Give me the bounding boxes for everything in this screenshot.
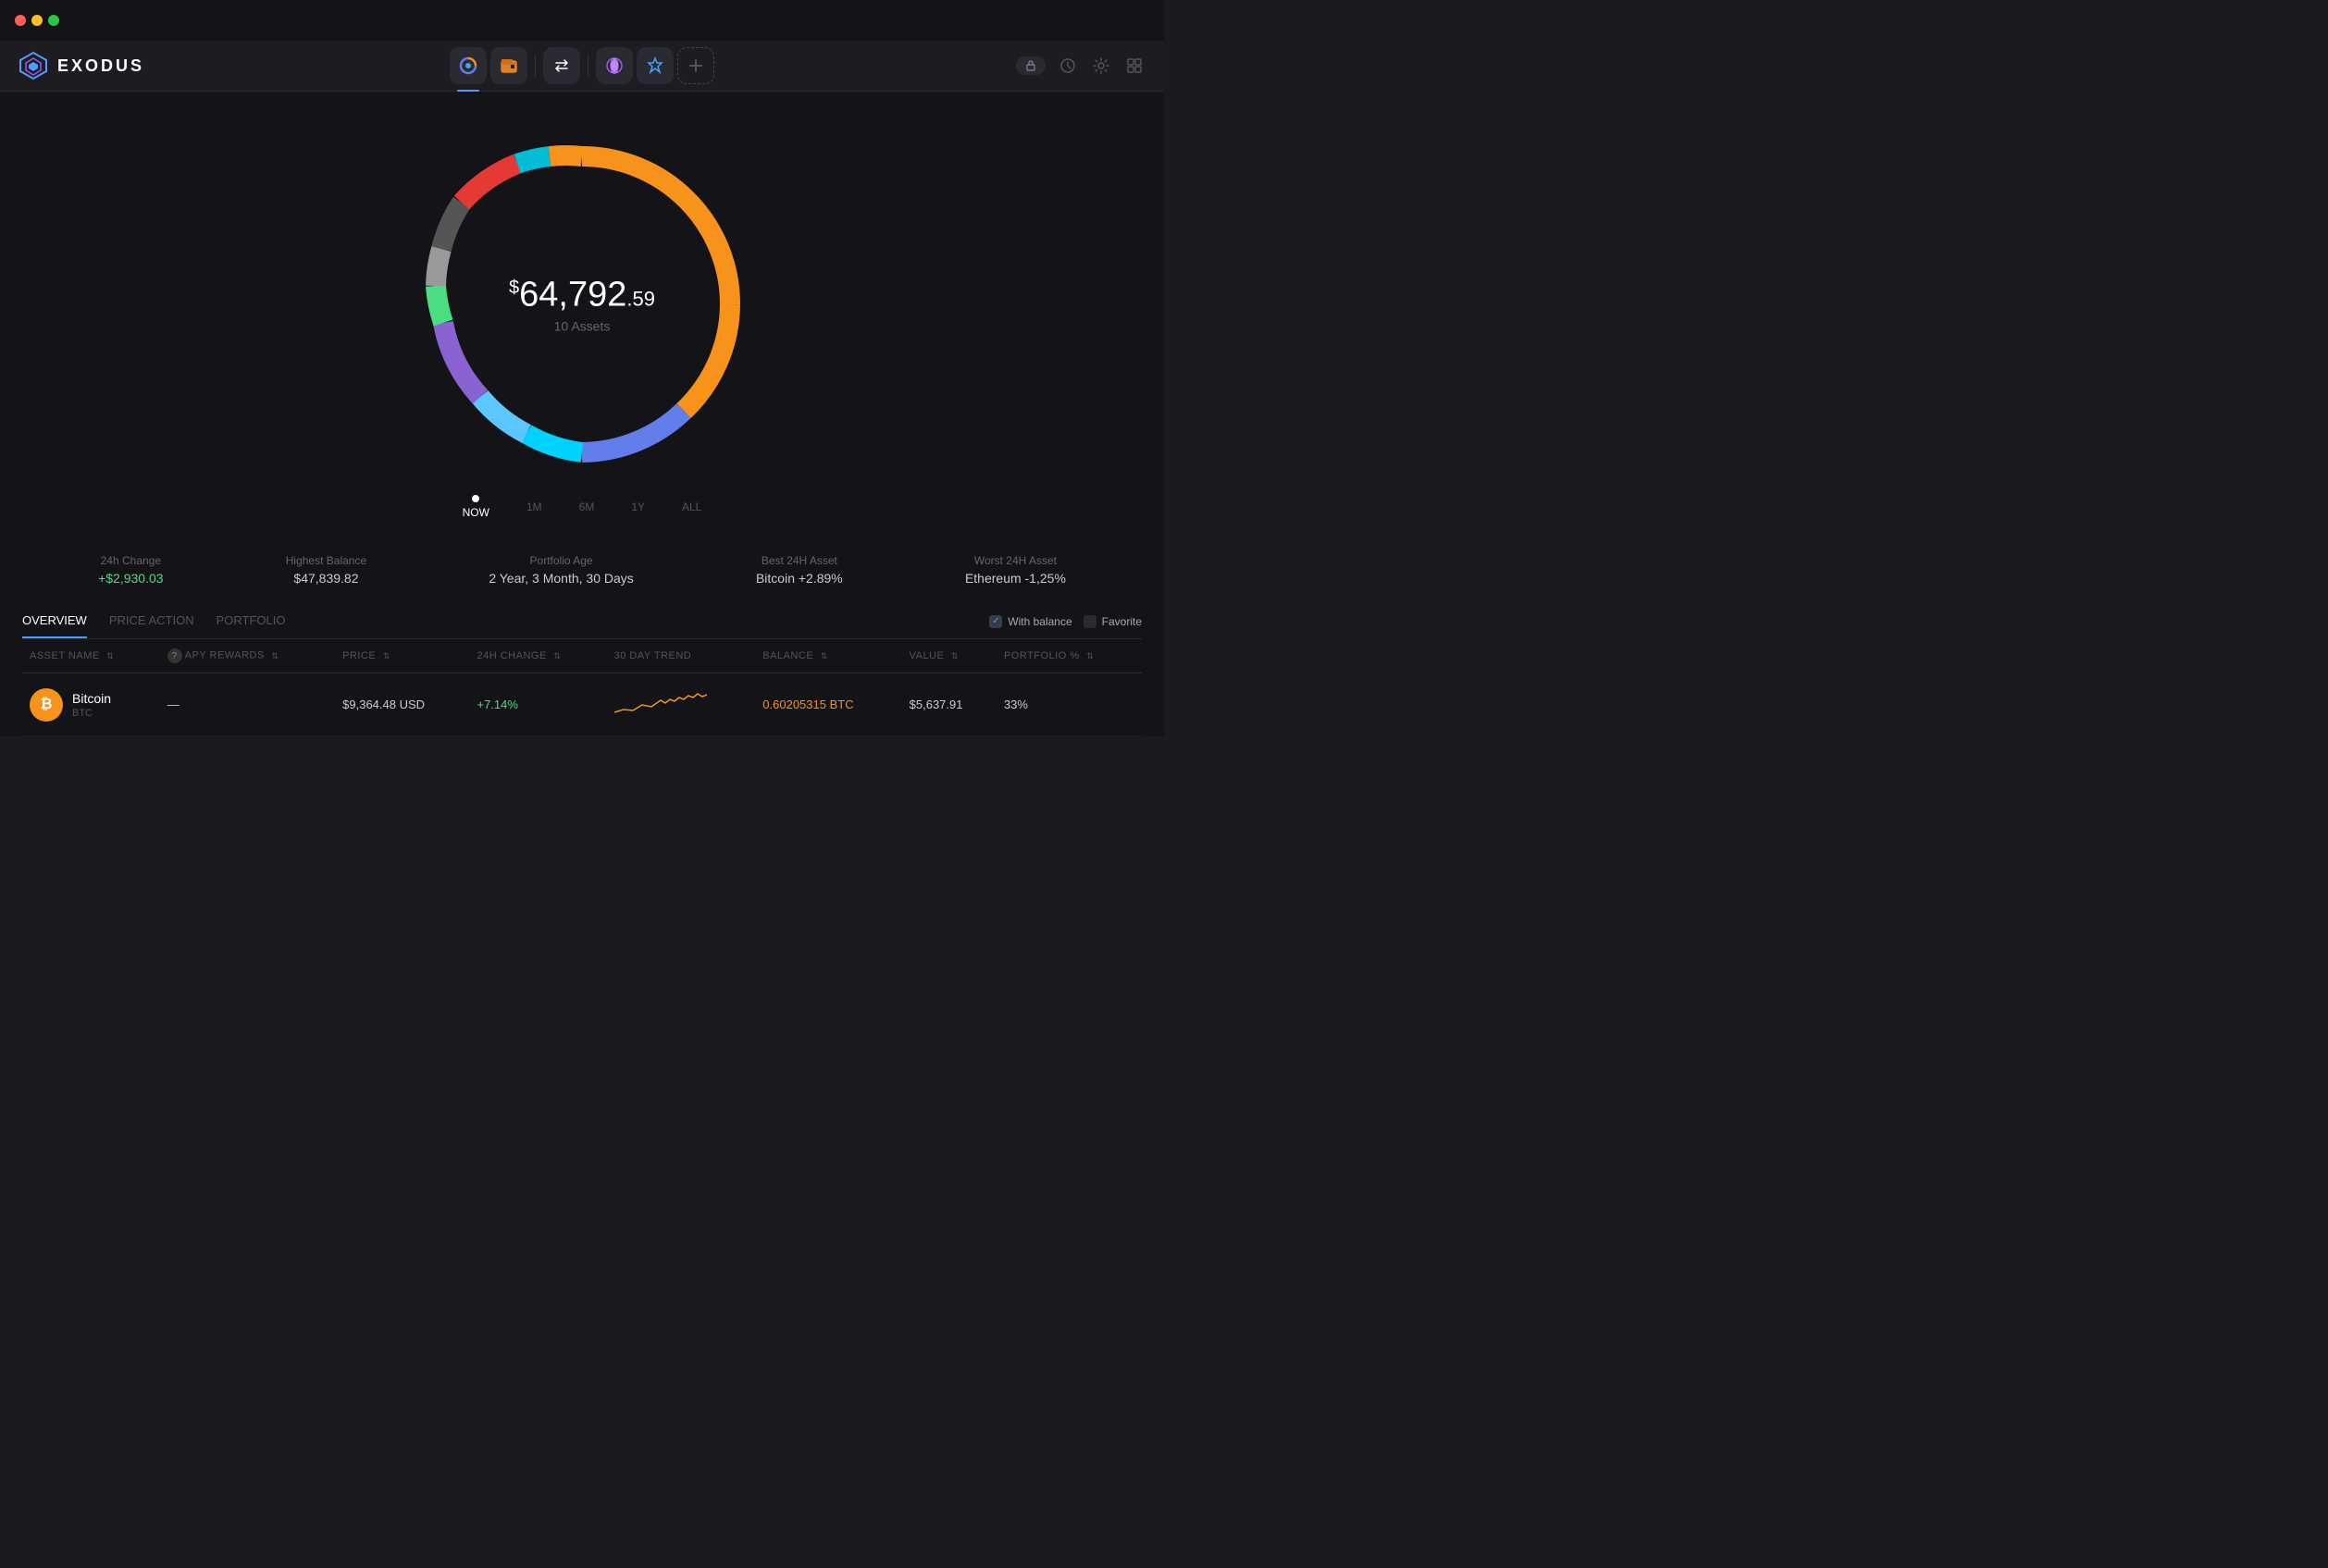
th-balance: BALANCE ⇅ bbox=[755, 639, 901, 673]
timeline-1m[interactable]: 1M bbox=[526, 500, 542, 513]
th-portfolio-pct: PORTFOLIO % ⇅ bbox=[997, 639, 1142, 673]
asset-ticker-label: BTC bbox=[72, 708, 111, 719]
nav-icons bbox=[450, 47, 714, 84]
timeline-dot-now bbox=[472, 495, 479, 502]
traffic-lights bbox=[15, 15, 59, 26]
favorite-checkbox[interactable]: ✓ bbox=[1084, 615, 1096, 628]
asset-table: ASSET NAME ⇅ ? APY REWARDS ⇅ PRICE ⇅ 24H… bbox=[22, 639, 1142, 736]
timeline-1y[interactable]: 1Y bbox=[631, 500, 645, 513]
th-24h-change: 24H CHANGE ⇅ bbox=[469, 639, 606, 673]
timeline-now[interactable]: NOW bbox=[463, 495, 489, 519]
portfolio-amount: $64,792.59 bbox=[509, 276, 655, 315]
nav-divider-1 bbox=[535, 55, 536, 77]
td-asset-name: ₿ Bitcoin BTC bbox=[22, 673, 160, 736]
stats-row: 24h Change +$2,930.03 Highest Balance $4… bbox=[0, 536, 1164, 604]
sparkline-btc bbox=[614, 686, 707, 720]
table-row[interactable]: ₿ Bitcoin BTC — $9,364.48 USD +7.14% bbox=[22, 673, 1142, 736]
asset-name-cell: ₿ Bitcoin BTC bbox=[30, 688, 153, 722]
titlebar bbox=[0, 0, 1164, 41]
history-button[interactable] bbox=[1057, 55, 1079, 77]
donut-center: $64,792.59 10 Assets bbox=[509, 276, 655, 334]
nav-add-button[interactable] bbox=[677, 47, 714, 84]
nav-portfolio-button[interactable] bbox=[450, 47, 487, 84]
currency-symbol: $ bbox=[509, 278, 519, 298]
table-section: OVERVIEW PRICE ACTION PORTFOLIO ✓ With b… bbox=[0, 613, 1164, 736]
with-balance-checkbox[interactable]: ✓ bbox=[989, 615, 1002, 628]
timeline-all[interactable]: ALL bbox=[682, 500, 701, 513]
topnav: EXODUS bbox=[0, 41, 1164, 92]
td-price: $9,364.48 USD bbox=[335, 673, 469, 736]
th-value: VALUE ⇅ bbox=[902, 639, 997, 673]
nav-wallet-button[interactable] bbox=[490, 47, 527, 84]
sort-icon-change[interactable]: ⇅ bbox=[553, 651, 561, 661]
timeline: NOW 1M 6M 1Y ALL bbox=[463, 495, 702, 519]
main-content: $64,792.59 10 Assets NOW 1M 6M 1Y ALL bbox=[0, 92, 1164, 736]
table-body: ₿ Bitcoin BTC — $9,364.48 USD +7.14% bbox=[22, 673, 1142, 736]
minimize-button[interactable] bbox=[31, 15, 43, 26]
change-value: +7.14% bbox=[477, 698, 517, 711]
th-price: PRICE ⇅ bbox=[335, 639, 469, 673]
stat-24h-change: 24h Change +$2,930.03 bbox=[98, 554, 163, 586]
close-button[interactable] bbox=[15, 15, 26, 26]
grid-button[interactable] bbox=[1123, 55, 1145, 77]
assets-count: 10 Assets bbox=[509, 319, 655, 334]
logo-text: EXODUS bbox=[57, 56, 144, 76]
asset-name-label: Bitcoin bbox=[72, 691, 111, 706]
lock-toggle-button[interactable] bbox=[1016, 56, 1046, 75]
help-icon-apy[interactable]: ? bbox=[167, 648, 182, 663]
asset-info: Bitcoin BTC bbox=[72, 691, 111, 719]
nav-earn-button[interactable] bbox=[637, 47, 674, 84]
asset-icon-btc: ₿ bbox=[30, 688, 63, 722]
logo: EXODUS bbox=[19, 51, 144, 80]
td-apy: — bbox=[160, 673, 335, 736]
sort-icon-name[interactable]: ⇅ bbox=[106, 651, 114, 661]
settings-button[interactable] bbox=[1090, 55, 1112, 77]
tab-portfolio[interactable]: PORTFOLIO bbox=[217, 613, 286, 638]
nav-right bbox=[1016, 55, 1145, 77]
filter-favorite[interactable]: ✓ Favorite bbox=[1084, 615, 1142, 628]
chart-section: $64,792.59 10 Assets NOW 1M 6M 1Y ALL bbox=[0, 110, 1164, 528]
th-30day-trend: 30 DAY TREND bbox=[607, 639, 756, 673]
sort-icon-balance[interactable]: ⇅ bbox=[821, 651, 828, 661]
table-filters: ✓ With balance ✓ Favorite bbox=[989, 615, 1142, 637]
sort-icon-portfolio[interactable]: ⇅ bbox=[1086, 651, 1094, 661]
th-asset-name: ASSET NAME ⇅ bbox=[22, 639, 160, 673]
td-balance: 0.60205315 BTC bbox=[755, 673, 901, 736]
td-portfolio-pct: 33% bbox=[997, 673, 1142, 736]
nav-exchange-button[interactable] bbox=[543, 47, 580, 84]
tab-price-action[interactable]: PRICE ACTION bbox=[109, 613, 194, 638]
table-tabs: OVERVIEW PRICE ACTION PORTFOLIO ✓ With b… bbox=[22, 613, 1142, 639]
td-change: +7.14% bbox=[469, 673, 606, 736]
td-sparkline bbox=[607, 673, 756, 736]
nav-apps-button[interactable] bbox=[596, 47, 633, 84]
stat-best-asset: Best 24H Asset Bitcoin +2.89% bbox=[756, 554, 843, 586]
sort-icon-apy[interactable]: ⇅ bbox=[271, 651, 279, 661]
stat-portfolio-age: Portfolio Age 2 Year, 3 Month, 30 Days bbox=[489, 554, 633, 586]
timeline-6m[interactable]: 6M bbox=[579, 500, 595, 513]
tab-overview[interactable]: OVERVIEW bbox=[22, 613, 87, 638]
donut-chart: $64,792.59 10 Assets bbox=[406, 129, 758, 480]
stat-worst-asset: Worst 24H Asset Ethereum -1,25% bbox=[965, 554, 1066, 586]
table-header: ASSET NAME ⇅ ? APY REWARDS ⇅ PRICE ⇅ 24H… bbox=[22, 639, 1142, 673]
sort-icon-price[interactable]: ⇅ bbox=[383, 651, 390, 661]
td-value: $5,637.91 bbox=[902, 673, 997, 736]
balance-value: 0.60205315 BTC bbox=[762, 698, 853, 711]
maximize-button[interactable] bbox=[48, 15, 59, 26]
table-header-row: ASSET NAME ⇅ ? APY REWARDS ⇅ PRICE ⇅ 24H… bbox=[22, 639, 1142, 673]
th-apy-rewards: ? APY REWARDS ⇅ bbox=[160, 639, 335, 673]
exodus-logo-icon bbox=[19, 51, 48, 80]
sort-icon-value[interactable]: ⇅ bbox=[951, 651, 959, 661]
stat-highest-balance: Highest Balance $47,839.82 bbox=[286, 554, 366, 586]
filter-with-balance[interactable]: ✓ With balance bbox=[989, 615, 1071, 628]
